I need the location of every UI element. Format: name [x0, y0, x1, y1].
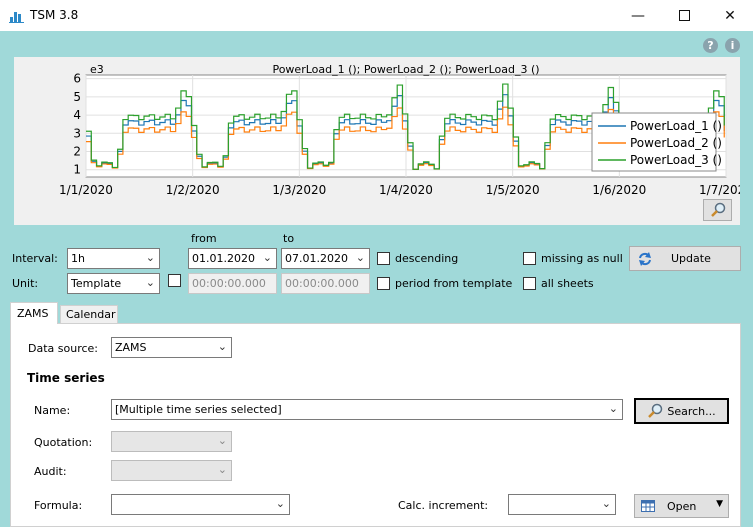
- spreadsheet-icon: [641, 500, 655, 512]
- descending-label: descending: [395, 252, 459, 265]
- y-tick-label: 4: [73, 108, 81, 122]
- all-sheets-checkbox[interactable]: [523, 277, 536, 290]
- window-title: TSM 3.8: [30, 8, 79, 22]
- name-dropdown[interactable]: [Multiple time series selected] ⌄: [111, 399, 623, 420]
- time-series-heading: Time series: [27, 371, 105, 385]
- missing-as-null-checkbox[interactable]: [523, 252, 536, 265]
- help-icon[interactable]: ?: [703, 38, 718, 53]
- all-sheets-label: all sheets: [541, 277, 594, 290]
- audit-dropdown[interactable]: ⌄: [111, 460, 232, 481]
- audit-label: Audit:: [34, 465, 67, 478]
- unit-dropdown[interactable]: Template ⌄: [67, 273, 160, 294]
- data-source-label: Data source:: [28, 342, 98, 355]
- caret-down-icon: ▼: [716, 499, 723, 509]
- magnifier-icon: [710, 202, 725, 217]
- from-date-picker[interactable]: 01.01.2020 ⌄: [188, 248, 277, 269]
- from-label: from: [191, 232, 217, 245]
- chevron-down-icon: ⌄: [145, 276, 155, 289]
- y-tick-label: 6: [73, 72, 81, 86]
- formula-label: Formula:: [34, 499, 83, 512]
- x-tick-label: 1/7/2020: [699, 183, 740, 197]
- descending-checkbox[interactable]: [377, 252, 390, 265]
- legend-entry: PowerLoad_1 (): [630, 119, 722, 133]
- chevron-down-icon: ⌄: [275, 497, 285, 510]
- y-tick-label: 2: [73, 145, 81, 159]
- x-tick-label: 1/4/2020: [379, 183, 433, 197]
- chevron-down-icon: ⌄: [217, 434, 227, 447]
- formula-dropdown[interactable]: ⌄: [111, 494, 290, 515]
- to-time-input[interactable]: 00:00:00.000: [281, 273, 370, 294]
- chevron-down-icon: ⌄: [601, 497, 611, 510]
- y-tick-label: 3: [73, 126, 81, 140]
- x-tick-label: 1/1/2020: [59, 183, 113, 197]
- close-icon: ✕: [724, 7, 736, 24]
- close-button[interactable]: ✕: [707, 0, 753, 31]
- from-time-input[interactable]: 00:00:00.000: [188, 273, 277, 294]
- unit-checkbox[interactable]: [168, 274, 181, 287]
- chevron-down-icon: ⌄: [355, 251, 365, 264]
- data-source-dropdown[interactable]: ZAMS ⌄: [111, 337, 232, 358]
- update-button[interactable]: Update: [629, 246, 741, 271]
- unit-label: Unit:: [12, 277, 39, 290]
- name-label: Name:: [34, 404, 71, 417]
- chevron-down-icon: ⌄: [608, 402, 618, 415]
- x-tick-label: 1/6/2020: [592, 183, 646, 197]
- y-multiplier-label: e3: [90, 63, 104, 76]
- maximize-icon: [678, 10, 690, 21]
- x-tick-label: 1/3/2020: [272, 183, 326, 197]
- app-chart-icon: [9, 8, 24, 23]
- chevron-down-icon: ⌄: [217, 463, 227, 476]
- tab-calendar[interactable]: Calendar: [60, 305, 118, 323]
- open-button[interactable]: Open ▼: [634, 494, 729, 518]
- quotation-dropdown[interactable]: ⌄: [111, 431, 232, 452]
- magnifier-icon: [648, 403, 663, 418]
- chart: 1 2 3 4 5 6 1/1/2020 1/2/2020 1/3/2020 1/4/2020 1/…: [59, 63, 740, 197]
- tab-zams[interactable]: ZAMS: [10, 302, 58, 324]
- to-label: to: [283, 232, 295, 245]
- y-tick-label: 5: [73, 90, 81, 104]
- chevron-down-icon: ⌄: [145, 251, 155, 264]
- maximize-button[interactable]: [661, 0, 707, 31]
- zoom-button[interactable]: [703, 199, 732, 221]
- y-tick-label: 1: [73, 163, 81, 177]
- quotation-label: Quotation:: [34, 436, 93, 449]
- minimize-icon: —: [631, 7, 645, 24]
- calc-increment-dropdown[interactable]: ⌄: [508, 494, 616, 515]
- calc-increment-label: Calc. increment:: [398, 499, 489, 512]
- search-button[interactable]: Search...: [634, 398, 729, 424]
- interval-label: Interval:: [12, 252, 58, 265]
- x-tick-label: 1/5/2020: [486, 183, 540, 197]
- interval-dropdown[interactable]: 1h ⌄: [67, 248, 160, 269]
- period-from-template-label: period from template: [395, 277, 513, 290]
- chevron-down-icon: ⌄: [262, 251, 272, 264]
- period-from-template-checkbox[interactable]: [377, 277, 390, 290]
- refresh-icon: [639, 251, 651, 266]
- chevron-down-icon: ⌄: [217, 340, 227, 353]
- legend-entry: PowerLoad_2 (): [630, 136, 722, 150]
- chart-title: PowerLoad_1 (); PowerLoad_2 (); PowerLoa…: [272, 63, 539, 76]
- minimize-button[interactable]: —: [615, 0, 661, 31]
- x-tick-label: 1/2/2020: [166, 183, 220, 197]
- info-icon[interactable]: i: [725, 38, 740, 53]
- missing-as-null-label: missing as null: [541, 252, 623, 265]
- legend-entry: PowerLoad_3 (): [630, 153, 722, 167]
- to-date-picker[interactable]: 07.01.2020 ⌄: [281, 248, 370, 269]
